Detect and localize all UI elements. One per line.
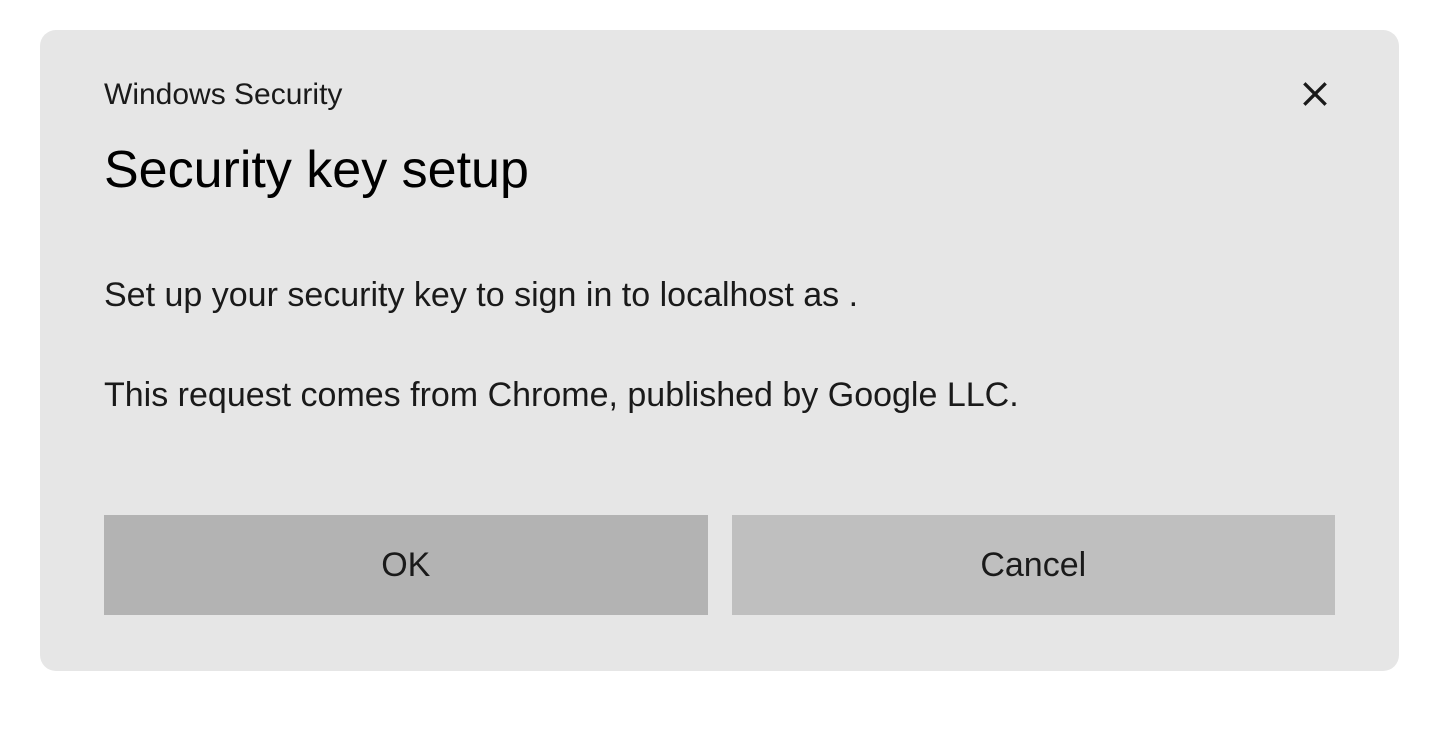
cancel-button[interactable]: Cancel (732, 515, 1336, 615)
security-dialog: Windows Security Security key setup Set … (40, 30, 1399, 671)
dialog-header: Windows Security (104, 78, 1335, 140)
dialog-body-line-2: This request comes from Chrome, publishe… (104, 372, 1335, 420)
dialog-title: Security key setup (104, 140, 1335, 200)
ok-button[interactable]: OK (104, 515, 708, 615)
close-icon (1299, 78, 1331, 110)
close-button[interactable] (1295, 74, 1335, 114)
dialog-button-row: OK Cancel (104, 515, 1335, 615)
dialog-body-line-1: Set up your security key to sign in to l… (104, 272, 1335, 320)
dialog-subtitle: Windows Security (104, 78, 342, 112)
